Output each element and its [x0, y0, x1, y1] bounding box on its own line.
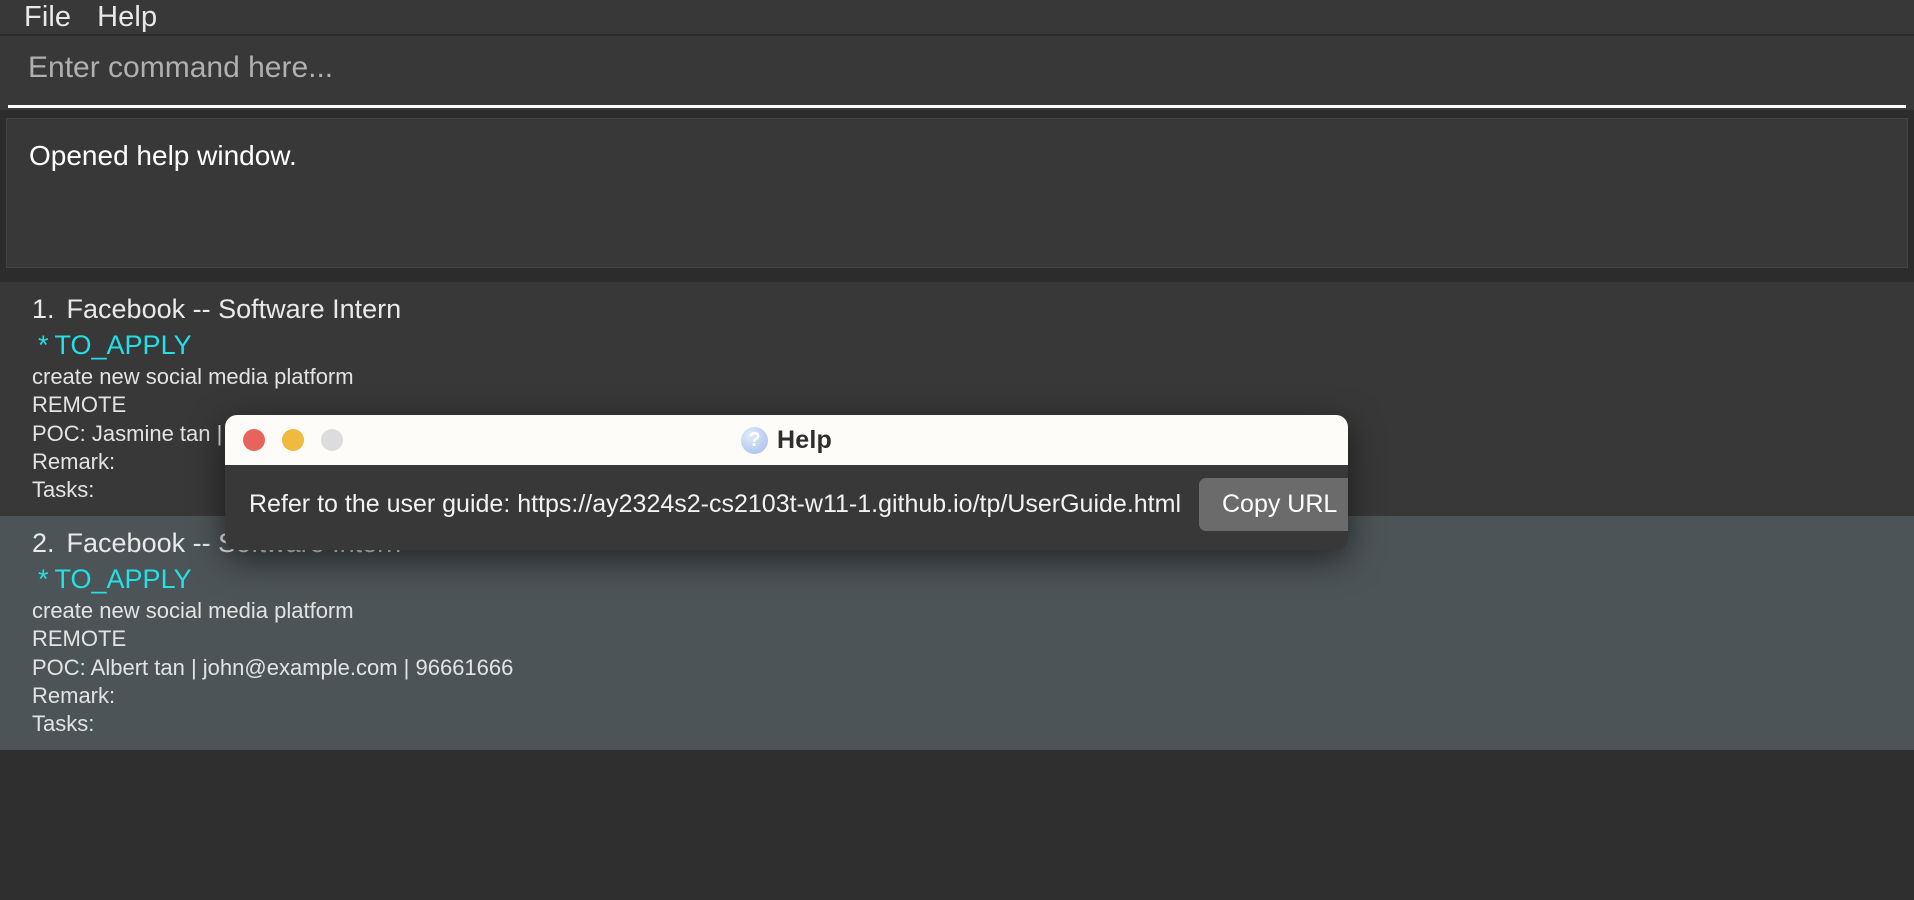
close-button[interactable]: [243, 429, 265, 451]
help-dialog-title: Help: [777, 425, 832, 454]
list-item-description: create new social media platform: [32, 598, 354, 624]
status-label: TO_APPLY: [54, 329, 192, 360]
menu-bar: File Help: [0, 0, 1914, 36]
list-item[interactable]: 2.Facebook -- Software Intern *TO_APPLY …: [0, 516, 1914, 751]
help-dialog-title-group: ? Help: [225, 426, 1348, 455]
list-item-index: 2.: [32, 528, 55, 559]
list-item-title-row: 1. Facebook -- Software Intern: [32, 292, 1914, 328]
status-badge: * TO_APPLY: [32, 562, 1914, 598]
status-star-icon: *: [38, 329, 49, 360]
status-badge: * TO_APPLY: [32, 328, 1914, 364]
zoom-button[interactable]: [321, 429, 343, 451]
menu-item-help[interactable]: Help: [87, 2, 173, 32]
status-star-icon: *: [38, 563, 49, 594]
list-item-index: 1.: [32, 294, 55, 324]
result-display-area: Opened help window.: [0, 110, 1914, 272]
list-item-mode: REMOTE: [32, 626, 127, 652]
list-item-poc: POC: Albert tan | john@example.com | 966…: [32, 654, 514, 680]
question-mark-icon: ?: [741, 426, 768, 454]
menu-item-file[interactable]: File: [14, 2, 87, 32]
status-label: TO_APPLY: [54, 563, 192, 594]
minimize-button[interactable]: [282, 429, 304, 451]
command-input[interactable]: [8, 38, 1906, 108]
list-item-remark: Remark:: [32, 682, 116, 708]
list-item-title: Facebook -- Software Intern: [66, 294, 402, 324]
help-dialog[interactable]: ? Help Refer to the user guide: https://…: [225, 415, 1348, 550]
copy-url-button[interactable]: Copy URL: [1199, 478, 1348, 531]
command-box: [0, 36, 1914, 110]
help-message-text: Refer to the user guide: https://ay2324s…: [249, 490, 1181, 518]
result-display-box: Opened help window.: [6, 118, 1908, 268]
list-item-tasks: Tasks:: [32, 710, 95, 736]
help-dialog-titlebar[interactable]: ? Help: [225, 415, 1348, 465]
list-item-description: create new social media platform: [32, 364, 354, 390]
help-dialog-body: Refer to the user guide: https://ay2324s…: [225, 465, 1348, 550]
result-message: Opened help window.: [29, 140, 297, 171]
